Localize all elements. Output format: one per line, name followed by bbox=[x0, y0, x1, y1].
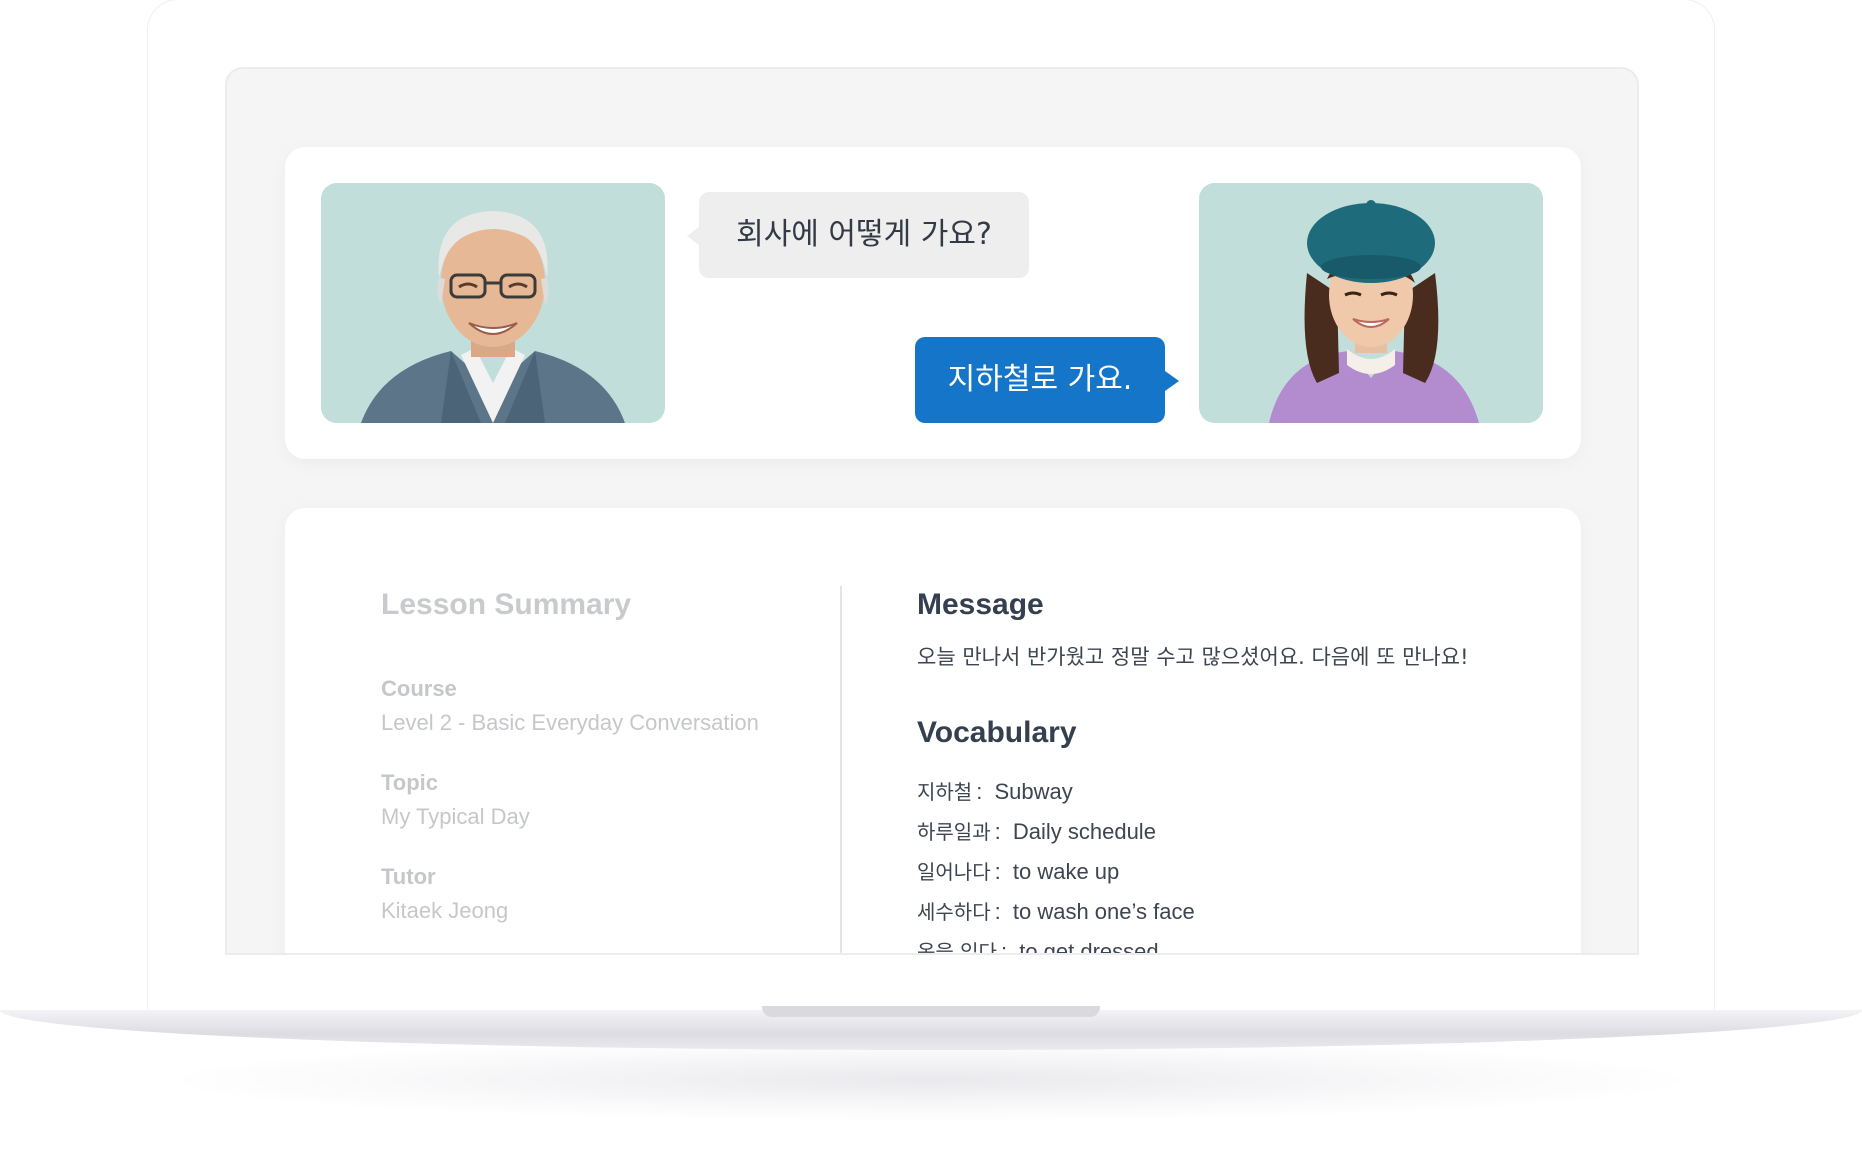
vocabulary-korean: 옷을 입다 bbox=[917, 940, 997, 955]
course-value: Level 2 - Basic Everyday Conversation bbox=[381, 710, 759, 735]
vocabulary-title: Vocabulary bbox=[917, 716, 1077, 749]
vocabulary-english: to wake up bbox=[1012, 859, 1120, 884]
tutor-label: Tutor bbox=[381, 864, 436, 889]
vocabulary-item: 하루일과: Daily schedule bbox=[917, 819, 1156, 844]
question-bubble: 회사에 어떻게 가요? bbox=[687, 192, 1029, 278]
tutor-value: Kitaek Jeong bbox=[381, 898, 509, 923]
message-title: Message bbox=[917, 588, 1044, 621]
vocabulary-item: 지하철: Subway bbox=[917, 779, 1073, 804]
vocabulary-english: to wash one’s face bbox=[1012, 899, 1195, 924]
lesson-summary-title: Lesson Summary bbox=[381, 588, 632, 621]
vocabulary-item: 일어나다: to wake up bbox=[917, 859, 1120, 884]
topic-value: My Typical Day bbox=[381, 804, 530, 829]
laptop-notch bbox=[762, 1006, 1100, 1017]
vocabulary-korean: 세수하다 bbox=[917, 900, 991, 924]
tutor-photo bbox=[321, 183, 665, 423]
course-label: Course bbox=[381, 676, 457, 701]
laptop-mockup: 회사에 어떻게 가요? 지하철로 가요. Lesson Summary Cour… bbox=[0, 0, 1862, 1170]
vocabulary-korean: 일어나다 bbox=[917, 860, 991, 884]
answer-bubble: 지하철로 가요. bbox=[915, 337, 1179, 423]
column-divider bbox=[840, 586, 842, 953]
tutor-avatar-icon bbox=[321, 183, 665, 423]
student-avatar-icon bbox=[1199, 183, 1543, 423]
vocabulary-item: 옷을 입다: to get dressed bbox=[917, 932, 1195, 955]
message-text: 오늘 만나서 반가웠고 정말 수고 많으셨어요. 다음에 또 만나요! bbox=[917, 645, 1469, 669]
vocabulary-korean: 지하철 bbox=[917, 780, 973, 804]
vocabulary-korean: 하루일과 bbox=[917, 820, 991, 844]
vocabulary-list: 지하철: Subway 하루일과: Daily schedule 일어나다: t… bbox=[917, 772, 1195, 955]
vocabulary-english: Subway bbox=[994, 779, 1073, 804]
screen: 회사에 어떻게 가요? 지하철로 가요. Lesson Summary Cour… bbox=[225, 67, 1639, 955]
student-photo bbox=[1199, 183, 1543, 423]
lesson-summary-card: Lesson Summary Course Level 2 - Basic Ev… bbox=[285, 508, 1581, 955]
vocabulary-item: 세수하다: to wash one’s face bbox=[917, 899, 1195, 924]
conversation-card: 회사에 어떻게 가요? 지하철로 가요. bbox=[285, 147, 1581, 459]
vocabulary-english: to get dressed bbox=[1019, 939, 1159, 955]
vocabulary-english: Daily schedule bbox=[1012, 819, 1156, 844]
topic-label: Topic bbox=[381, 770, 439, 795]
laptop-shadow bbox=[180, 1040, 1680, 1120]
